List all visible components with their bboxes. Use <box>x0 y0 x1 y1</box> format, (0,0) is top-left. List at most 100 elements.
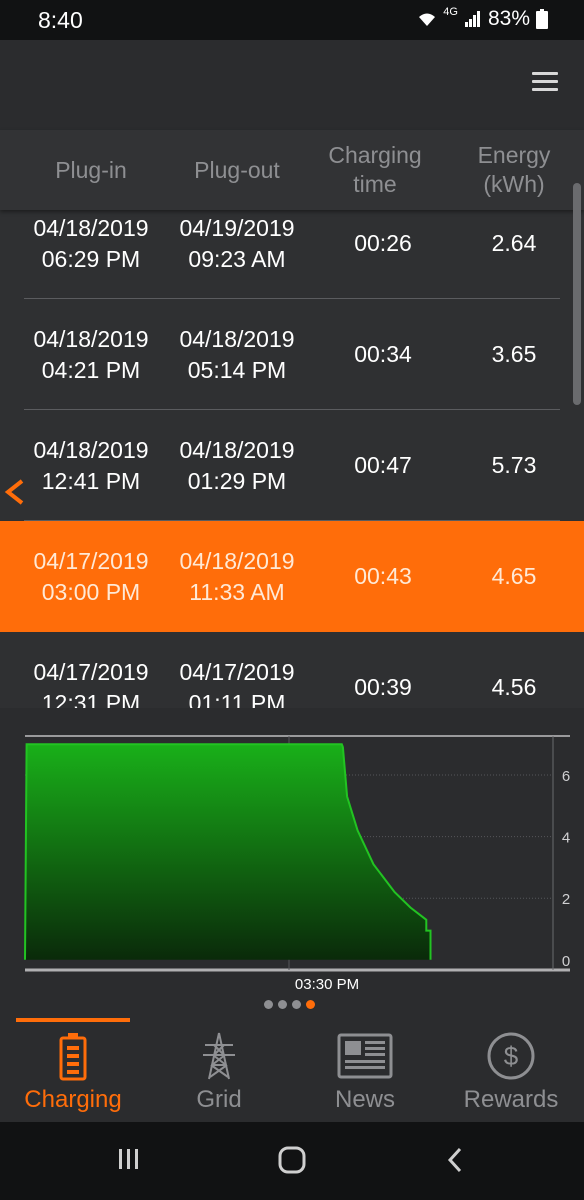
cell-energy-energy: 3.65 <box>491 341 537 367</box>
page-dot[interactable] <box>306 1000 315 1009</box>
status-time: 8:40 <box>38 7 83 33</box>
cell-charging-time-charging-time: 00:47 <box>354 452 412 478</box>
page-indicator <box>264 1000 315 1009</box>
nav-label-charging: Charging <box>24 1086 122 1113</box>
table-row[interactable]: 04/18/2019 04:21 PM 04/18/2019 05:14 PM 00:3… <box>0 299 584 410</box>
y-tick-label: 2 <box>562 891 570 908</box>
charging-area <box>25 744 431 960</box>
nav-label-grid: Grid <box>196 1086 242 1113</box>
column-header-charging-time: Charging time <box>300 130 450 210</box>
nav-label-rewards: Rewards <box>463 1086 559 1113</box>
x-tick-label: 03:30 PM <box>295 976 359 993</box>
battery-icon <box>58 1028 88 1084</box>
cell-plug-in: 04/17/2019 03:00 PM <box>10 521 172 632</box>
cell-plug-out-plug-out-date: 04/19/2019 <box>179 214 295 241</box>
cell-plug-in-plug-in-date: 04/18/2019 <box>33 214 149 241</box>
cell-plug-out: 04/17/2019 01:11 PM <box>156 632 318 709</box>
cell-charging-time: 00:34 <box>308 299 458 410</box>
table-row[interactable]: 04/18/2019 12:41 PM 04/18/2019 01:29 PM 00:4… <box>0 410 584 521</box>
nav-tab-news[interactable]: News <box>292 1018 438 1122</box>
bottom-navigation: Charging Grid News $ Rewards <box>0 1018 584 1122</box>
cell-plug-in-plug-in-time: 12:31 PM <box>41 689 141 709</box>
cell-charging-time: 00:43 <box>308 521 458 632</box>
network-type: 4G <box>443 6 458 18</box>
page-dot[interactable] <box>278 1000 287 1009</box>
chevron-left-icon[interactable] <box>2 475 26 509</box>
cell-energy: 4.56 <box>444 632 584 708</box>
cell-plug-out-plug-out-time: 09:23 AM <box>188 245 286 272</box>
table-rows: 04/18/2019 06:29 PM 04/19/2019 09:23 AM 00:2… <box>0 188 584 708</box>
y-tick-label: 4 <box>562 830 570 847</box>
nav-tab-rewards[interactable]: $ Rewards <box>438 1018 584 1122</box>
charging-sessions-table[interactable]: 04/18/2019 06:29 PM 04/19/2019 09:23 AM 00:2… <box>0 130 584 708</box>
cell-charging-time-charging-time: 00:26 <box>354 230 412 256</box>
cell-plug-out-plug-out-time: 01:29 PM <box>187 467 287 494</box>
status-indicators: 4G 83% <box>417 6 548 31</box>
recent-apps-icon[interactable] <box>117 1146 141 1177</box>
cell-plug-out: 04/18/2019 11:33 AM <box>156 521 318 632</box>
table-row[interactable]: 04/17/2019 03:00 PM 04/18/2019 11:33 AM 00:4… <box>0 521 584 632</box>
cell-plug-in-plug-in-time: 03:00 PM <box>41 578 141 605</box>
cell-plug-out-plug-out-date: 04/18/2019 <box>179 325 295 352</box>
charging-time-header-label: Charging time <box>328 142 422 197</box>
newspaper-icon <box>337 1028 393 1084</box>
cell-energy: 3.65 <box>444 299 584 410</box>
battery-percent: 83% <box>487 7 530 30</box>
system-navigation-bar <box>0 1122 584 1200</box>
power-tower-icon <box>199 1028 239 1084</box>
column-header-plug-in: Plug-in <box>55 156 127 183</box>
cell-energy-energy: 4.65 <box>491 563 537 589</box>
nav-label-news: News <box>334 1086 395 1113</box>
cell-plug-in-plug-in-date: 04/17/2019 <box>33 547 149 574</box>
cell-energy: 5.73 <box>444 410 584 521</box>
cell-plug-out-plug-out-date: 04/18/2019 <box>179 547 295 574</box>
cell-plug-out: 04/18/2019 05:14 PM <box>156 299 318 410</box>
wifi-icon <box>417 9 437 29</box>
cell-plug-in: 04/18/2019 04:21 PM <box>10 299 172 410</box>
charging-power-chart: 0 2 4 6 03:30 PM <box>24 735 570 993</box>
cell-charging-time-charging-time: 00:39 <box>354 674 412 700</box>
cell-plug-in-plug-in-date: 04/18/2019 <box>33 436 149 463</box>
cell-plug-out-plug-out-time: 11:33 AM <box>189 578 285 605</box>
table-header: Plug-in Plug-out Charging time Energy (k… <box>0 130 584 210</box>
cell-plug-in-plug-in-date: 04/17/2019 <box>33 658 149 685</box>
cell-plug-in: 04/17/2019 12:31 PM <box>10 632 172 709</box>
dollar-coin-icon: $ <box>486 1028 536 1084</box>
cell-charging-time-charging-time: 00:43 <box>354 563 412 589</box>
hamburger-menu-icon[interactable] <box>532 72 558 94</box>
cell-energy-energy: 2.64 <box>491 230 537 256</box>
back-icon[interactable] <box>444 1146 466 1179</box>
y-tick-label: 0 <box>562 953 570 970</box>
cell-plug-out-plug-out-time: 01:11 PM <box>188 689 286 709</box>
cell-charging-time-charging-time: 00:34 <box>354 341 412 367</box>
column-header-plug-out: Plug-out <box>194 156 280 183</box>
cell-plug-out-plug-out-date: 04/17/2019 <box>179 658 295 685</box>
cell-plug-out-plug-out-time: 05:14 PM <box>187 356 287 383</box>
cell-plug-in-plug-in-time: 06:29 PM <box>41 245 141 272</box>
page-dot[interactable] <box>292 1000 301 1009</box>
cell-plug-out: 04/18/2019 01:29 PM <box>156 410 318 521</box>
cell-energy: 4.65 <box>444 521 584 632</box>
cell-charging-time: 00:39 <box>308 632 458 708</box>
battery-status-icon <box>536 9 548 29</box>
cell-energy-energy: 5.73 <box>491 452 537 478</box>
page-dot[interactable] <box>264 1000 273 1009</box>
table-scrollbar[interactable] <box>573 183 581 405</box>
column-header-energy: Energy (kWh) <box>444 130 584 210</box>
cell-plug-in-plug-in-time: 12:41 PM <box>41 467 141 494</box>
cell-plug-in-plug-in-date: 04/18/2019 <box>33 325 149 352</box>
app-bar <box>0 40 584 130</box>
nav-tab-charging[interactable]: Charging <box>0 1018 146 1122</box>
table-row[interactable]: 04/17/2019 12:31 PM 04/17/2019 01:11 PM 00:3… <box>0 632 584 709</box>
charging-chart-panel: 0 2 4 6 03:30 PM <box>0 708 584 1018</box>
signal-icon <box>464 10 482 28</box>
svg-text:$: $ <box>504 1041 519 1071</box>
cell-plug-in: 04/18/2019 12:41 PM <box>10 410 172 521</box>
nav-tab-grid[interactable]: Grid <box>146 1018 292 1122</box>
cell-plug-in-plug-in-time: 04:21 PM <box>41 356 141 383</box>
home-icon[interactable] <box>278 1146 306 1179</box>
energy-header-label: Energy (kWh) <box>477 142 551 197</box>
cell-energy-energy: 4.56 <box>491 674 537 700</box>
y-tick-label: 6 <box>562 768 570 785</box>
cell-plug-out-plug-out-date: 04/18/2019 <box>179 436 295 463</box>
